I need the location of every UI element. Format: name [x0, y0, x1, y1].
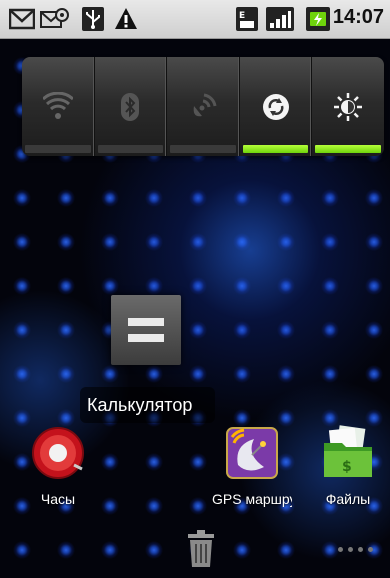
more-dots-icon[interactable]	[338, 547, 373, 552]
dot	[338, 547, 343, 552]
app-files[interactable]: $ Файлы	[303, 425, 390, 507]
app-clock-label: Часы	[40, 491, 76, 507]
bluetooth-toggle[interactable]	[95, 57, 168, 156]
sync-toggle[interactable]	[240, 57, 313, 156]
wifi-icon	[42, 91, 73, 119]
mail-at-icon	[40, 8, 69, 28]
home-screen: E 14:07 Калькулятор Часы GPS маршр $ Фай…	[0, 0, 390, 578]
satellite-dish-icon	[226, 427, 278, 479]
wifi-toggle[interactable]	[22, 57, 95, 156]
power-control-widget	[22, 57, 384, 156]
app-gps-routes[interactable]: GPS маршруты	[207, 425, 297, 507]
calculator-icon[interactable]	[111, 295, 181, 365]
calculator-label: Калькулятор	[80, 387, 215, 423]
equals-bar-bottom	[128, 334, 164, 342]
gps-icon	[193, 93, 217, 116]
gps-indicator	[170, 145, 236, 153]
app-clock[interactable]: Часы	[13, 425, 103, 507]
gmail-icon	[9, 8, 35, 30]
brightness-icon	[334, 92, 363, 121]
sim-data-icon: E	[236, 7, 258, 31]
signal-icon	[266, 7, 294, 31]
gps-toggle[interactable]	[167, 57, 240, 156]
folder-icon: $	[324, 425, 372, 477]
wifi-indicator	[25, 145, 91, 153]
svg-text:$: $	[342, 459, 352, 475]
sync-indicator	[242, 145, 309, 153]
dot	[358, 547, 363, 552]
trash-icon[interactable]	[186, 530, 216, 568]
bluetooth-icon	[121, 92, 140, 121]
svg-text:E: E	[239, 11, 245, 21]
app-gps-routes-label: GPS маршруты	[212, 491, 292, 507]
clock-icon	[32, 427, 84, 479]
dot	[368, 547, 373, 552]
status-bar[interactable]: E 14:07	[0, 0, 390, 39]
brightness-toggle[interactable]	[312, 57, 384, 156]
brightness-indicator	[315, 145, 381, 153]
sync-icon	[262, 93, 289, 120]
usb-icon	[82, 7, 104, 31]
battery-charging-icon	[306, 7, 330, 31]
warning-icon	[115, 8, 137, 29]
app-files-label: Файлы	[325, 491, 371, 507]
bluetooth-indicator	[97, 145, 164, 153]
status-time: 14:07	[332, 6, 384, 28]
dot	[348, 547, 353, 552]
equals-bar-top	[128, 318, 164, 326]
